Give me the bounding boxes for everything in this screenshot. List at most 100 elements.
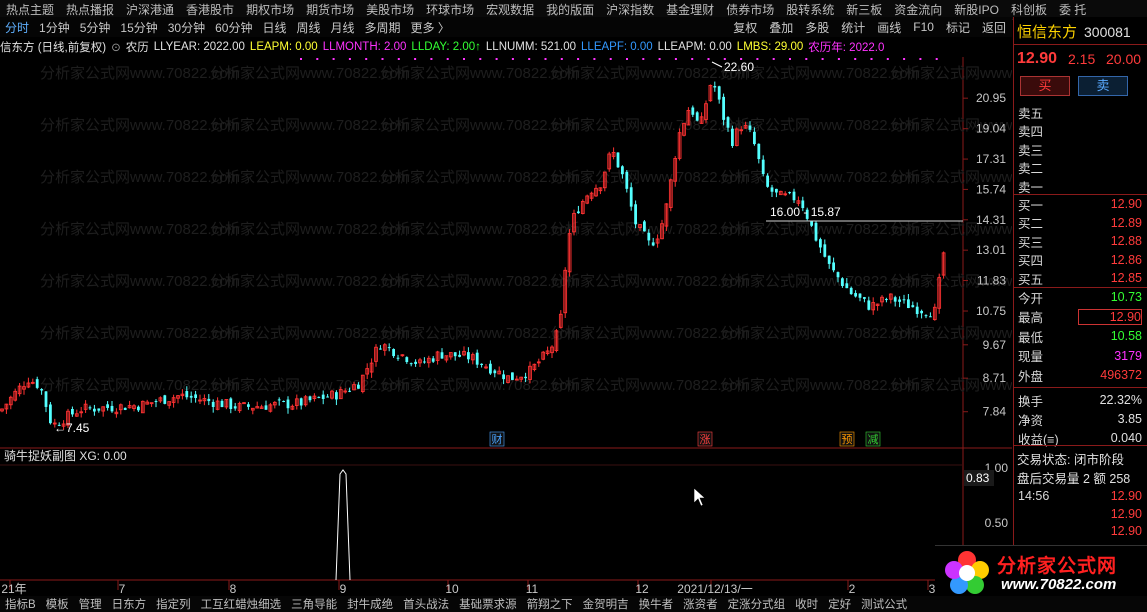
tool-button[interactable]: F10 (907, 20, 940, 34)
buy-row[interactable]: 买二 12.89 (1014, 214, 1147, 232)
tool-button[interactable]: 统计 (835, 19, 871, 36)
tick-price: 12.90 (1110, 489, 1142, 503)
candle-body-down (902, 299, 906, 301)
formula-tab[interactable]: 测试公式 (856, 596, 912, 612)
sell-label: 卖二 (1018, 162, 1044, 176)
period-tab[interactable]: 更多 〉 (406, 19, 455, 36)
period-tab[interactable]: 周线 (291, 19, 325, 36)
candle-body-down (137, 406, 140, 411)
candle-body-down (841, 278, 844, 286)
formula-tab[interactable]: 封牛成绝 (342, 596, 398, 612)
tool-button[interactable]: 复权 (727, 19, 763, 36)
formula-tab[interactable]: 工互红蜡烛细选 (196, 596, 287, 612)
period-tab[interactable]: 5分钟 (75, 19, 116, 36)
menu-item[interactable]: 股转系统 (780, 1, 840, 18)
quote-panel: 恒信东方 300081 12.90 2.15 20.00 买 卖 卖五 卖四 卖三卖… (1013, 17, 1147, 612)
candle-body-down (233, 406, 237, 409)
cycle-dot (397, 58, 400, 60)
candle-body-down (467, 352, 470, 360)
candle-body-down (621, 166, 624, 175)
period-tab[interactable]: 日线 (257, 19, 291, 36)
formula-tab[interactable]: 日东方 (107, 596, 152, 612)
formula-tab[interactable]: 模板 (41, 596, 74, 612)
formula-tab[interactable]: 金贺明吉 (578, 596, 634, 612)
menu-item[interactable]: 热点主题 (0, 1, 60, 18)
tool-button[interactable]: 返回 (976, 19, 1012, 36)
trading-window: 分析家公式网www.70822.com 分析家公式网www.70822.com 分析… (0, 0, 1147, 612)
period-tab[interactable]: 月线 (326, 19, 360, 36)
date-axis-label: 2021/12/13/一 (677, 582, 752, 596)
menu-item[interactable]: 基金理财 (660, 1, 720, 18)
menu-item[interactable]: 香港股市 (180, 1, 240, 18)
formula-tab[interactable]: 箭翔之下 (522, 596, 578, 612)
buy-row[interactable]: 买三 12.88 (1014, 232, 1147, 250)
indicator-value: LLEAPF: 0.00 (581, 41, 653, 53)
menu-item[interactable]: 债券市场 (720, 1, 780, 18)
cycle-dot (658, 58, 661, 60)
period-tab[interactable]: 分时 (0, 19, 34, 36)
cycle-dot (674, 58, 677, 60)
candle-body-down (823, 244, 827, 257)
candle-body-down (849, 287, 853, 295)
quote-value: 3179 (1114, 348, 1142, 363)
buy-button[interactable]: 买 (1020, 76, 1070, 96)
formula-tab[interactable]: 指定列 (151, 596, 196, 612)
cycle-dot (756, 58, 759, 60)
candle-body-down (35, 379, 39, 388)
menu-item[interactable]: 我的版面 (540, 1, 600, 18)
formula-tab[interactable]: 管理 (74, 596, 107, 612)
menu-item[interactable]: 资金流向 (888, 1, 948, 18)
tool-button[interactable]: 标记 (940, 19, 976, 36)
menu-item[interactable]: 委 托 (1053, 1, 1092, 18)
period-tab[interactable]: 多周期 (360, 19, 406, 36)
period-tab[interactable]: 60分钟 (210, 19, 257, 36)
sell-row: 卖三 (1014, 140, 1147, 158)
period-tab[interactable]: 15分钟 (115, 19, 162, 36)
formula-tab[interactable]: 指标B (0, 596, 41, 612)
formula-tab[interactable]: 三角导能 (286, 596, 342, 612)
tool-button[interactable]: 叠加 (763, 19, 799, 36)
period-tab[interactable]: 30分钟 (163, 19, 210, 36)
period-tab[interactable]: 1分钟 (34, 19, 75, 36)
formula-tab[interactable]: 换牛者 (634, 596, 679, 612)
price-axis-label: 10.75 (976, 304, 1006, 318)
buy-row[interactable]: 买五 12.85 (1014, 269, 1147, 287)
formula-tab[interactable]: 基础票求源 (454, 596, 522, 612)
formula-tab[interactable]: 定涨分式组 (723, 596, 791, 612)
formula-tab[interactable]: 首头战法 (398, 596, 454, 612)
candle-body-down (277, 399, 281, 401)
candle-body-down (282, 400, 285, 402)
menu-item[interactable]: 热点播报 (60, 1, 120, 18)
lunar-toggle[interactable]: 农历 (126, 39, 149, 55)
quote-label: 最高 (1018, 311, 1044, 325)
date-axis-label: 7 (119, 582, 126, 596)
buy-row[interactable]: 买四 12.86 (1014, 251, 1147, 269)
menu-item[interactable]: 期货市场 (300, 1, 360, 18)
formula-tab[interactable]: 收时 (790, 596, 823, 612)
menu-item[interactable]: 新股IPO (948, 1, 1005, 18)
menu-item[interactable]: 环球市场 (420, 1, 480, 18)
formula-tab[interactable]: 定好 (823, 596, 856, 612)
date-axis-label: 10 (445, 582, 459, 596)
buy-row[interactable]: 买一 12.90 (1014, 195, 1147, 213)
tool-button[interactable]: 画线 (871, 19, 907, 36)
price-axis-label: 20.95 (976, 91, 1006, 105)
menu-item[interactable]: 科创板 (1005, 1, 1053, 18)
candle-body-down (651, 242, 655, 246)
menu-item[interactable]: 新三板 (840, 1, 888, 18)
sell-row: 卖四 (1014, 122, 1147, 140)
formula-tab[interactable]: 涨资者 (678, 596, 723, 612)
cycle-dot (903, 58, 906, 60)
menu-item[interactable]: 沪深指数 (600, 1, 660, 18)
candle-body-down (317, 396, 321, 398)
candle-body-down (123, 407, 127, 410)
sell-button[interactable]: 卖 (1078, 76, 1128, 96)
menu-item[interactable]: 美股市场 (360, 1, 420, 18)
toggle-icon[interactable]: ⊙ (111, 40, 121, 54)
menu-item[interactable]: 沪深港通 (120, 1, 180, 18)
kline-chart[interactable]: 分析家公式网www.70822.com分析家公式网www.70822.com分析… (0, 0, 1012, 612)
menu-item[interactable]: 期权市场 (240, 1, 300, 18)
menu-item[interactable]: 宏观数据 (480, 1, 540, 18)
tool-button[interactable]: 多股 (799, 19, 835, 36)
cycle-dot (772, 58, 775, 60)
